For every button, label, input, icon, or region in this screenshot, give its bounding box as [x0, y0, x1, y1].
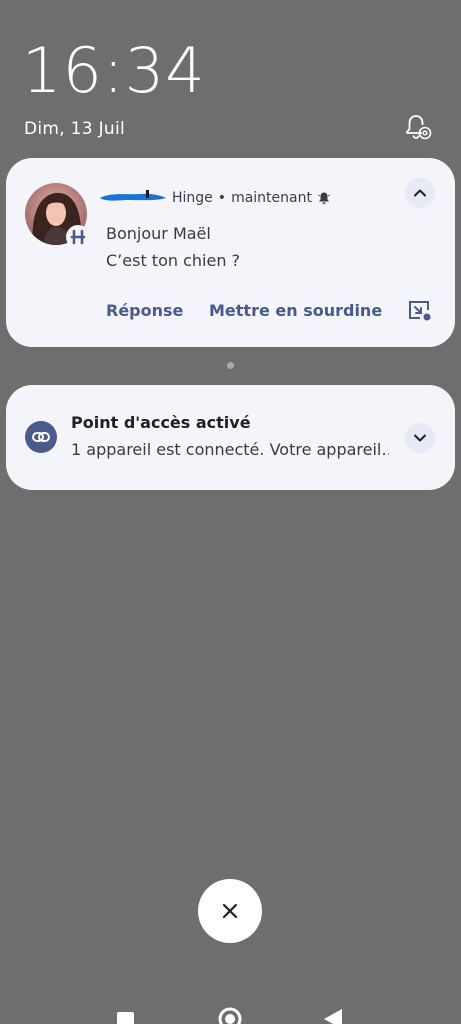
page-indicator — [227, 362, 234, 369]
back-button[interactable] — [322, 1008, 344, 1024]
hotspot-link-icon — [25, 421, 57, 453]
clock: 16:34 — [22, 34, 206, 107]
chevron-down-icon — [414, 434, 426, 442]
clear-all-button[interactable] — [198, 879, 262, 943]
hotspot-notification-card[interactable]: Point d'accès activé 1 appareil est conn… — [6, 385, 455, 490]
hinge-notification-card[interactable]: Hinge • maintenant Bonjour Maël C’est to… — [6, 158, 455, 347]
alerting-bell-icon — [318, 192, 330, 204]
home-button[interactable] — [217, 1006, 243, 1024]
hotspot-text: 1 appareil est connecté. Votre appareil… — [71, 440, 389, 459]
expand-button[interactable] — [405, 423, 435, 453]
chevron-up-icon — [414, 189, 426, 197]
separator: • — [217, 190, 227, 206]
hinge-h-icon — [66, 225, 90, 249]
lock-screen: 16:34 Dim, 13 Juil Hinge • maintenant Bo… — [0, 0, 461, 1024]
mute-button[interactable]: Mettre en sourdine — [209, 301, 382, 320]
reply-button[interactable]: Réponse — [106, 301, 183, 320]
app-name: Hinge — [172, 190, 213, 206]
collapse-button[interactable] — [405, 178, 435, 208]
close-icon — [222, 903, 238, 919]
notification-settings-icon[interactable] — [403, 112, 433, 142]
recents-button[interactable] — [117, 1012, 134, 1024]
message-line: Bonjour Maël — [106, 224, 211, 243]
hotspot-title: Point d'accès activé — [71, 413, 251, 432]
redacted-sender-name — [100, 190, 166, 201]
date: Dim, 13 Juil — [24, 119, 126, 139]
message-line: C’est ton chien ? — [106, 251, 241, 270]
open-in-bubble-icon[interactable] — [406, 297, 432, 323]
notification-header: Hinge • maintenant — [172, 190, 331, 206]
time-ago: maintenant — [231, 190, 312, 206]
